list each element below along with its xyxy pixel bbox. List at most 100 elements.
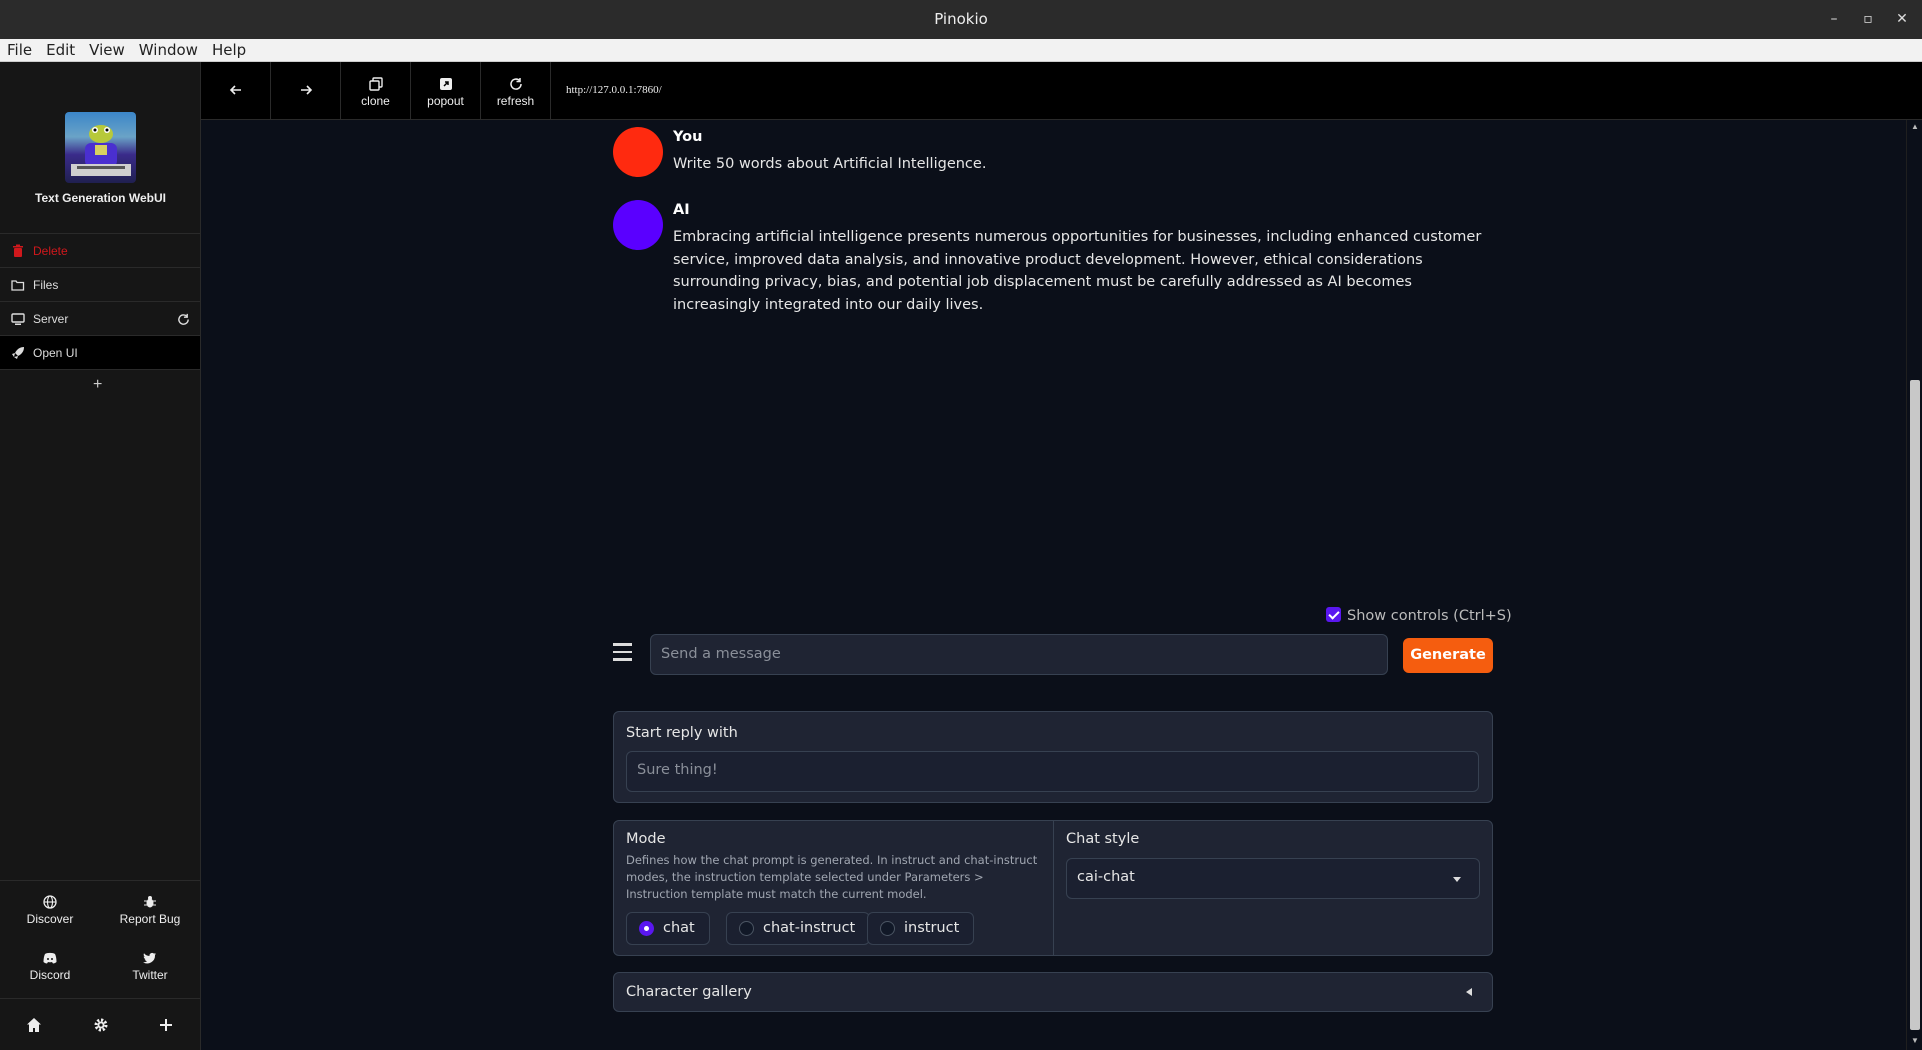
menu-view[interactable]: View: [82, 39, 132, 62]
start-reply-label: Start reply with: [626, 725, 738, 741]
menu-hamburger-icon[interactable]: [613, 643, 633, 663]
close-button[interactable]: ✕: [1891, 8, 1913, 30]
back-button[interactable]: [201, 62, 271, 119]
refresh-label: refresh: [496, 94, 535, 108]
discord-button[interactable]: Discord: [0, 951, 100, 982]
mode-description: Defines how the chat prompt is generated…: [626, 853, 1038, 901]
clone-icon: [368, 77, 383, 91]
panel-divider: [1053, 821, 1054, 955]
radio-icon: [880, 921, 895, 936]
mode-label: Mode: [626, 831, 666, 847]
discord-label: Discord: [29, 968, 71, 982]
discover-label: Discover: [26, 912, 74, 926]
bug-icon: [144, 896, 156, 908]
chat-style-label: Chat style: [1066, 831, 1140, 847]
popout-button[interactable]: popout: [411, 62, 481, 119]
refresh-status-icon: [178, 313, 189, 325]
radio-selected-icon: [639, 921, 654, 936]
report-bug-button[interactable]: Report Bug: [100, 895, 200, 926]
discord-icon: [43, 952, 57, 964]
maximize-button[interactable]: ▫: [1857, 8, 1879, 30]
chevron-down-icon: [1453, 877, 1461, 882]
character-gallery-accordion[interactable]: Character gallery: [613, 972, 1493, 1012]
app-title: Text Generation WebUI: [35, 191, 166, 205]
start-reply-input[interactable]: Sure thing!: [626, 751, 1479, 792]
show-controls-toggle[interactable]: Show controls (Ctrl+S): [1326, 607, 1512, 624]
mode-radio-chat[interactable]: chat: [626, 912, 710, 945]
start-reply-panel: Start reply with Sure thing!: [613, 711, 1493, 803]
forward-button[interactable]: [271, 62, 341, 119]
scrollbar[interactable]: ▲ ▼: [1906, 120, 1922, 1050]
sidebar-bottom-links: Discover Report Bug Discord Twitter: [0, 880, 200, 982]
mode-style-panel: Mode Defines how the chat prompt is gene…: [613, 820, 1493, 956]
chat-message-user: You Write 50 words about Artificial Inte…: [613, 127, 1493, 187]
home-icon[interactable]: [26, 1017, 42, 1033]
chat-style-select[interactable]: cai-chat: [1066, 858, 1480, 899]
menu-window[interactable]: Window: [132, 39, 205, 62]
arrow-left-icon: [229, 85, 241, 95]
mode-radio-label: instruct: [904, 920, 960, 936]
sidebar-item-open-ui[interactable]: Open UI: [0, 335, 200, 369]
refresh-icon: [509, 78, 522, 90]
folder-icon: [11, 280, 25, 291]
message-input[interactable]: Send a message: [650, 634, 1388, 675]
sidebar-footer: [0, 998, 200, 1050]
window-titlebar: Pinokio – ▫ ✕: [0, 0, 1922, 39]
sidebar-item-label: Delete: [33, 244, 68, 258]
browser-toolbar: clone popout refresh http://127.0.0.1:78…: [201, 62, 1922, 120]
character-gallery-label: Character gallery: [626, 984, 752, 1000]
scroll-up-icon[interactable]: ▲: [1910, 122, 1920, 131]
minimize-button[interactable]: –: [1823, 8, 1845, 30]
menu-bar: File Edit View Window Help: [0, 39, 1922, 62]
sidebar-item-delete[interactable]: Delete: [0, 233, 200, 267]
radio-icon: [739, 921, 754, 936]
add-item-button[interactable]: +: [93, 376, 102, 394]
arrow-right-icon: [300, 85, 312, 95]
window-title: Pinokio: [934, 10, 988, 28]
show-controls-checkbox[interactable]: [1326, 607, 1341, 622]
chat-style-value: cai-chat: [1077, 869, 1135, 885]
trash-icon: [13, 244, 23, 257]
message-author: You: [673, 129, 703, 145]
globe-icon: [43, 895, 57, 909]
mode-radio-label: chat-instruct: [763, 920, 856, 936]
clone-button[interactable]: clone: [341, 62, 411, 119]
message-text: Embracing artificial intelligence presen…: [673, 229, 1482, 313]
generate-button[interactable]: Generate: [1403, 638, 1493, 673]
report-bug-label: Report Bug: [119, 912, 181, 926]
mode-radio-chat-instruct[interactable]: chat-instruct: [726, 912, 871, 945]
discover-button[interactable]: Discover: [0, 895, 100, 926]
scroll-down-icon[interactable]: ▼: [1910, 1036, 1920, 1045]
gear-icon[interactable]: [93, 1017, 109, 1033]
sidebar: Text Generation WebUI Delete Files Serve…: [0, 62, 201, 1050]
scrollbar-thumb[interactable]: [1910, 380, 1920, 1030]
popout-label: popout: [427, 94, 464, 108]
popout-icon: [439, 78, 452, 90]
mode-radio-instruct[interactable]: instruct: [867, 912, 975, 945]
ai-avatar: [613, 200, 663, 250]
twitter-button[interactable]: Twitter: [100, 951, 200, 982]
chevron-left-icon: [1466, 988, 1472, 996]
mode-radio-group: chat chat-instruct instruct: [626, 912, 1046, 945]
refresh-button[interactable]: refresh: [481, 62, 551, 119]
clone-label: clone: [361, 94, 390, 108]
sidebar-item-label: Open UI: [33, 346, 78, 360]
twitter-label: Twitter: [132, 968, 168, 982]
menu-edit[interactable]: Edit: [39, 39, 82, 62]
mode-radio-label: chat: [663, 920, 695, 936]
rocket-icon: [12, 347, 24, 359]
app-logo: [65, 112, 136, 183]
url-bar[interactable]: http://127.0.0.1:7860/: [566, 84, 662, 96]
menu-file[interactable]: File: [0, 39, 39, 62]
sidebar-item-server[interactable]: Server: [0, 301, 200, 335]
show-controls-label: Show controls (Ctrl+S): [1347, 608, 1512, 624]
message-author: AI: [673, 202, 690, 218]
sidebar-item-label: Files: [33, 278, 59, 292]
sidebar-item-label: Server: [33, 312, 69, 326]
twitter-icon: [143, 952, 156, 964]
divider: [0, 369, 200, 370]
message-text: Write 50 words about Artificial Intellig…: [673, 156, 987, 172]
menu-help[interactable]: Help: [205, 39, 253, 62]
sidebar-item-files[interactable]: Files: [0, 267, 200, 301]
plus-icon[interactable]: [158, 1017, 174, 1033]
